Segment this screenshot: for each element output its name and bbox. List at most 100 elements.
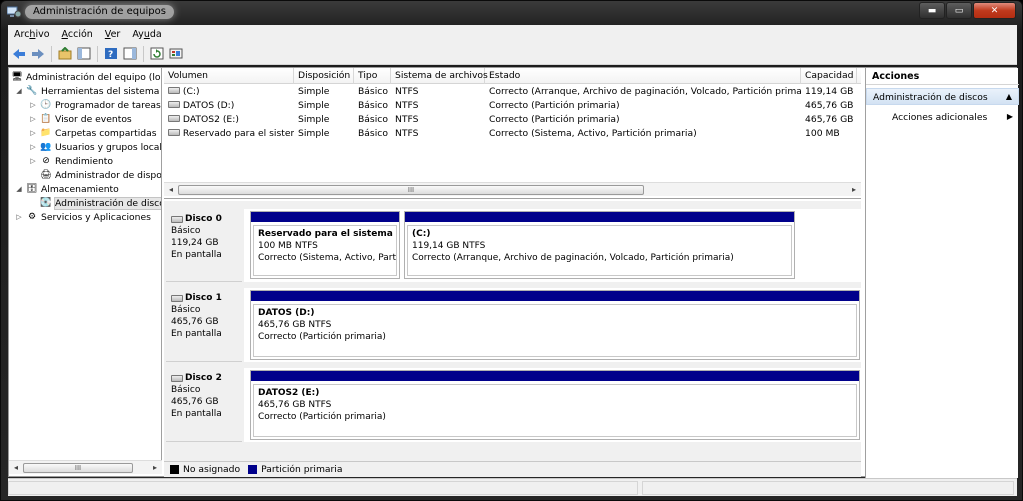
collapse-up-icon[interactable]: ▲ bbox=[1006, 92, 1012, 101]
volume-cell: DATOS2 (E:) bbox=[164, 113, 294, 127]
primary-partition-bar bbox=[251, 371, 859, 381]
tree-item-root[interactable]: 🖥 Administración del equipo (loc bbox=[11, 70, 162, 84]
column-header-tipo[interactable]: Tipo bbox=[354, 68, 391, 84]
show-action-pane-button[interactable] bbox=[122, 46, 138, 62]
scroll-thumb[interactable]: III bbox=[178, 185, 644, 195]
tree-item-users[interactable]: ▷ 👥 Usuarios y grupos locale bbox=[29, 140, 161, 154]
partition-title: DATOS2 (E:) bbox=[258, 388, 320, 398]
menu-accion[interactable]: Acción bbox=[62, 29, 93, 40]
table-row[interactable]: (C:) Simple Básico NTFS Correcto (Arranq… bbox=[164, 85, 861, 99]
window-title: Administración de equipos bbox=[25, 5, 174, 19]
status-bar bbox=[8, 478, 1017, 496]
column-header-estado[interactable]: Estado bbox=[485, 68, 801, 84]
tree-item-label: Administración del equipo (loc bbox=[26, 71, 162, 83]
expand-arrow-icon[interactable]: ▷ bbox=[29, 157, 37, 165]
table-row[interactable]: DATOS2 (E:) Simple Básico NTFS Correcto … bbox=[164, 113, 861, 127]
expand-arrow-icon[interactable]: ▷ bbox=[29, 129, 37, 137]
actions-section-disk-management[interactable]: Administración de discos ▲ bbox=[866, 88, 1019, 105]
scroll-right-icon[interactable]: ▸ bbox=[148, 461, 162, 475]
disk-2-label[interactable]: Disco 2 Básico 465,76 GB En pantalla bbox=[166, 368, 242, 442]
disk-1-partitions: DATOS (D:) 465,76 GB NTFS Correcto (Part… bbox=[244, 288, 861, 362]
status-cell: Correcto (Arranque, Archivo de paginació… bbox=[489, 86, 801, 97]
menu-ayuda[interactable]: Ayuda bbox=[132, 29, 161, 40]
refresh-button[interactable] bbox=[149, 46, 165, 62]
tree-horizontal-scrollbar[interactable]: ◂ III ▸ bbox=[9, 460, 162, 474]
tree-item-storage[interactable]: ◢ 🗄 Almacenamiento bbox=[15, 182, 119, 196]
volume-list-header: Volumen Disposición Tipo Sistema de arch… bbox=[164, 68, 861, 84]
help-button[interactable]: ? bbox=[103, 46, 119, 62]
tree-item-label: Carpetas compartidas bbox=[55, 127, 157, 139]
svg-text:?: ? bbox=[108, 50, 113, 60]
maximize-button[interactable]: ▭ bbox=[946, 2, 972, 19]
up-folder-button[interactable] bbox=[57, 46, 73, 62]
tree-item-performance[interactable]: ▷ ⊘ Rendimiento bbox=[29, 154, 113, 168]
tree-item-events[interactable]: ▷ 📋 Visor de eventos bbox=[29, 112, 131, 126]
clock-icon: 🕒 bbox=[40, 100, 52, 110]
disk-name: Disco 1 bbox=[185, 293, 222, 303]
partition-d[interactable]: DATOS (D:) 465,76 GB NTFS Correcto (Part… bbox=[250, 290, 860, 360]
column-header-volumen[interactable]: Volumen bbox=[164, 68, 294, 84]
disk-state: En pantalla bbox=[171, 409, 222, 419]
menu-bar: Archivo Acción Ver Ayuda bbox=[8, 25, 1017, 43]
partition-c[interactable]: (C:) 119,14 GB NTFS Correcto (Arranque, … bbox=[404, 211, 795, 279]
column-header-sistema-archivos[interactable]: Sistema de archivos bbox=[391, 68, 488, 84]
back-button[interactable] bbox=[11, 46, 27, 62]
disk-0-partitions: Reservado para el sistema 100 MB NTFS Co… bbox=[244, 209, 861, 282]
tree-item-label: Programador de tareas bbox=[55, 99, 161, 111]
title-bar[interactable]: Administración de equipos ▬ ▭ ✕ bbox=[1, 1, 1023, 23]
volume-list: Volumen Disposición Tipo Sistema de arch… bbox=[164, 68, 861, 199]
disk-1-label[interactable]: Disco 1 Básico 465,76 GB En pantalla bbox=[166, 288, 242, 362]
expand-arrow-icon[interactable]: ▷ bbox=[15, 213, 23, 221]
tree-item-services[interactable]: ▷ ⚙ Servicios y Aplicaciones bbox=[15, 210, 151, 224]
column-header-disposicion[interactable]: Disposición bbox=[294, 68, 354, 84]
actions-pane: Acciones Administración de discos ▲ Acci… bbox=[865, 68, 1019, 478]
legend-primary: Partición primaria bbox=[261, 464, 343, 475]
volume-horizontal-scrollbar[interactable]: ◂ III ▸ bbox=[164, 182, 861, 196]
tree-item-shared[interactable]: ▷ 📁 Carpetas compartidas bbox=[29, 126, 157, 140]
tree-item-devices[interactable]: 🖨 Administrador de dispo bbox=[40, 168, 161, 182]
scroll-thumb[interactable]: III bbox=[23, 463, 133, 473]
menu-ver[interactable]: Ver bbox=[105, 29, 121, 40]
show-hide-tree-button[interactable] bbox=[76, 46, 92, 62]
scroll-left-icon[interactable]: ◂ bbox=[164, 183, 178, 197]
partition-reserved[interactable]: Reservado para el sistema 100 MB NTFS Co… bbox=[250, 211, 400, 279]
tree-item-label: Almacenamiento bbox=[41, 183, 119, 195]
forward-button[interactable] bbox=[30, 46, 46, 62]
column-header-capacidad[interactable]: Capacidad bbox=[801, 68, 857, 84]
expand-arrow-icon[interactable]: ▷ bbox=[29, 115, 37, 123]
type-cell: Básico bbox=[358, 86, 388, 97]
disk-type: Básico bbox=[171, 385, 201, 395]
collapse-arrow-icon[interactable]: ◢ bbox=[15, 87, 23, 95]
partition-e[interactable]: DATOS2 (E:) 465,76 GB NTFS Correcto (Par… bbox=[250, 370, 860, 440]
volume-name: Reservado para el sistema bbox=[182, 128, 294, 139]
partition-info: 100 MB NTFS bbox=[258, 241, 318, 251]
type-cell: Básico bbox=[358, 100, 388, 111]
collapse-arrow-icon[interactable]: ◢ bbox=[15, 185, 23, 193]
more-actions-item[interactable]: Acciones adicionales ▶ bbox=[866, 109, 1019, 125]
minimize-button[interactable]: ▬ bbox=[919, 2, 945, 19]
properties-button[interactable] bbox=[168, 46, 184, 62]
table-row[interactable]: DATOS (D:) Simple Básico NTFS Correcto (… bbox=[164, 99, 861, 113]
scroll-left-icon[interactable]: ◂ bbox=[9, 461, 23, 475]
tools-icon: 🔧 bbox=[26, 86, 38, 96]
volume-cell: DATOS (D:) bbox=[164, 99, 294, 113]
partition-title: DATOS (D:) bbox=[258, 308, 315, 318]
disk-0-label[interactable]: Disco 0 Básico 119,24 GB En pantalla bbox=[166, 209, 242, 282]
status-panel-secondary bbox=[642, 481, 1014, 495]
partition-status: Correcto (Partición primaria) bbox=[258, 332, 386, 342]
tree-item-scheduler[interactable]: ▷ 🕒 Programador de tareas bbox=[29, 98, 161, 112]
volume-name: DATOS (D:) bbox=[182, 100, 235, 111]
close-button[interactable]: ✕ bbox=[973, 2, 1016, 19]
menu-archivo-label-start: Arc bbox=[14, 28, 30, 40]
toolbar-separator bbox=[51, 45, 52, 62]
expand-arrow-icon[interactable]: ▷ bbox=[29, 143, 37, 151]
scroll-right-icon[interactable]: ▸ bbox=[847, 183, 861, 197]
menu-archivo[interactable]: Archivo bbox=[14, 29, 50, 40]
tree-item-disk-management[interactable]: 💽 Administración de disco bbox=[40, 196, 161, 210]
volume-cell: Reservado para el sistema bbox=[164, 127, 294, 141]
table-row[interactable]: Reservado para el sistema Simple Básico … bbox=[164, 127, 861, 141]
forward-icon bbox=[32, 48, 44, 59]
tree-item-tools[interactable]: ◢ 🔧 Herramientas del sistema bbox=[15, 84, 159, 98]
expand-arrow-icon[interactable]: ▷ bbox=[29, 101, 37, 109]
actions-header: Acciones bbox=[866, 68, 1019, 85]
